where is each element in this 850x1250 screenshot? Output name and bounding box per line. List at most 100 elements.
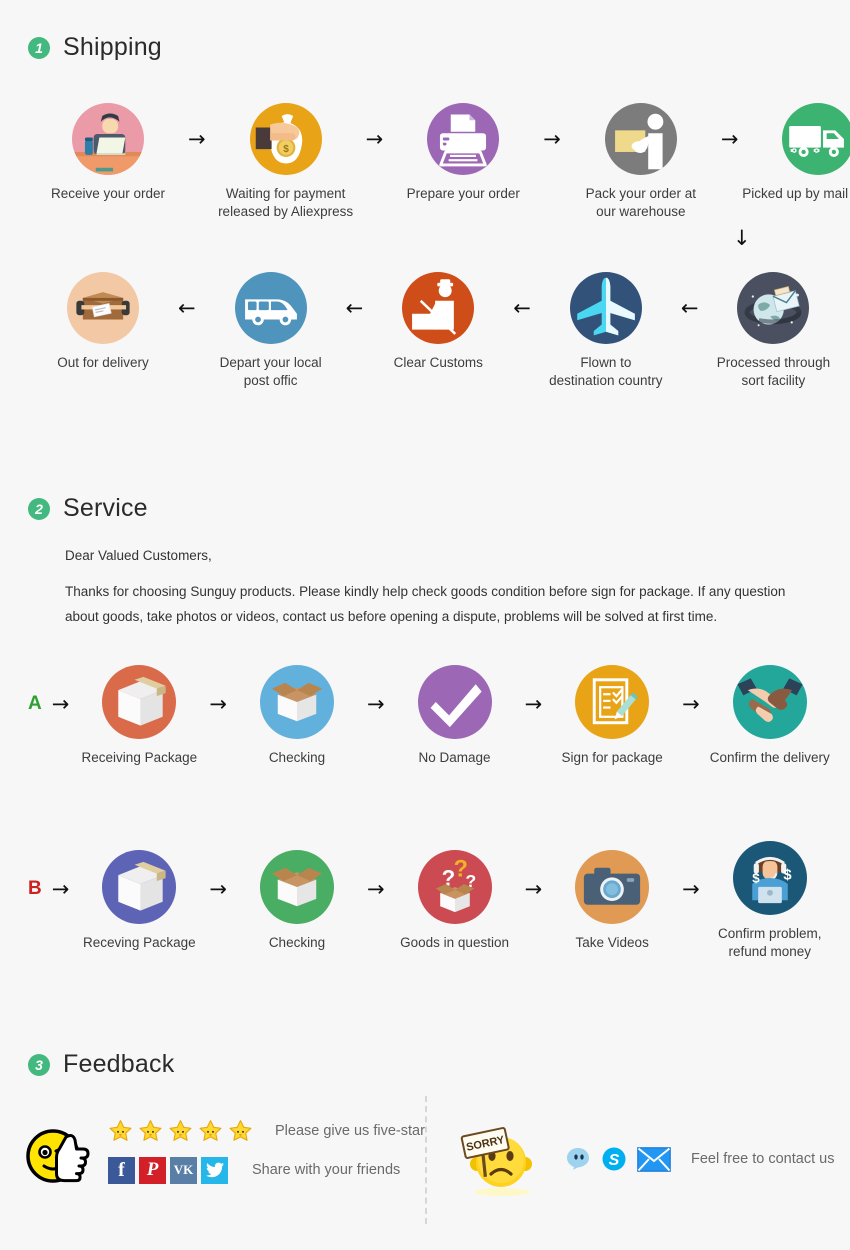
feedback-positive-block: Please give us five-star f P VK Share with…	[22, 1115, 425, 1187]
question-box-icon: ? ? ?	[417, 850, 492, 925]
package-in-van-icon	[67, 272, 139, 344]
svg-text:$: $	[783, 867, 792, 883]
hand-money-bag-icon: $	[249, 103, 322, 175]
delivery-truck-icon	[782, 103, 850, 175]
flow-arrow: →	[720, 126, 739, 151]
service-paragraph-line-2: about goods, take photos or videos, cont…	[65, 609, 718, 624]
flow-arrow: →	[682, 691, 700, 716]
social-share-buttons[interactable]: f P VK	[108, 1156, 228, 1184]
section-badge-1: 1	[28, 36, 50, 59]
flow-arrow: →	[209, 691, 227, 716]
share-text: Share with your friends	[252, 1162, 401, 1178]
service-step: No Damage	[385, 665, 525, 767]
aliwangwang-icon[interactable]	[565, 1146, 591, 1172]
service-step-label: Take Videos	[575, 935, 649, 951]
flow-step: Out for delivery	[28, 272, 178, 372]
feedback-divider	[425, 1096, 427, 1224]
section-badge-3: 3	[28, 1053, 50, 1076]
section-badge-2: 2	[28, 497, 50, 520]
flow-step-label: Out for delivery	[57, 355, 149, 370]
service-step-label: No Damage	[418, 750, 491, 765]
printer-icon	[427, 103, 500, 175]
flow-step: Receive your order	[28, 103, 188, 203]
flow-step-label: Prepare your order	[406, 186, 520, 201]
camera-icon	[575, 850, 650, 925]
globe-mail-icon	[737, 272, 810, 344]
service-step: Confirm the delivery	[700, 665, 840, 767]
service-row-label: A	[28, 693, 42, 715]
five-star-rating[interactable]	[108, 1119, 253, 1144]
contact-text: Feel free to contact us	[691, 1151, 835, 1167]
airplane-icon	[569, 272, 642, 344]
flow-step-label: Waiting for payment released by Aliexpre…	[218, 186, 354, 220]
twitter-icon[interactable]	[201, 1156, 228, 1184]
five-star-text: Please give us five-star	[275, 1123, 425, 1139]
flow-arrow: →	[524, 691, 543, 716]
service-greeting: Dear Valued Customers,	[65, 548, 212, 563]
sign-document-icon	[575, 665, 650, 739]
flow-step-label: Flown to destination country	[549, 355, 663, 389]
svg-text:$: $	[283, 144, 289, 155]
feedback-contact-block: SORRY S Feel free to contact us	[455, 1120, 834, 1198]
service-step: $ $ Confirm problem, refund money	[700, 841, 840, 961]
page-title-service: Service	[63, 494, 148, 522]
section-header-shipping: 1 Shipping	[28, 33, 162, 62]
section-header-service: 2 Service	[28, 494, 148, 523]
flow-arrow: →	[682, 876, 700, 901]
service-step-label: Checking	[268, 750, 326, 765]
person-at-desk-icon	[72, 103, 144, 175]
open-box-icon	[259, 665, 334, 739]
worker-packing-icon	[604, 103, 677, 175]
email-icon[interactable]	[637, 1146, 671, 1172]
flow-step-label: Picked up by mail service	[742, 186, 849, 201]
flow-arrow: ←	[680, 295, 699, 320]
flow-arrow: →	[543, 126, 561, 151]
service-step-label: Checking	[268, 935, 326, 951]
service-step: Receving Package	[69, 850, 209, 952]
flow-step: Prepare your order	[383, 103, 543, 203]
flow-step-label: Processed through sort facility	[716, 355, 831, 389]
svg-text:S: S	[609, 1152, 620, 1169]
page-title-shipping: Shipping	[63, 33, 162, 61]
service-row-label: B	[28, 878, 42, 900]
service-step: Checking	[227, 850, 367, 952]
flow-arrow-down: ↓	[733, 226, 751, 250]
flow-step: Clear Customs	[363, 272, 513, 372]
flow-step: Pack your order at our warehouse	[561, 103, 721, 221]
handshake-icon	[732, 665, 807, 739]
service-step-label: Goods in question	[400, 935, 509, 951]
flow-step: Flown to destination country	[531, 272, 681, 390]
service-paragraph-line-1: Thanks for choosing Sunguy products. Ple…	[65, 584, 786, 599]
flow-arrow: →	[51, 876, 70, 901]
service-step-label: Sign for package	[561, 750, 663, 765]
vk-icon[interactable]: VK	[170, 1156, 197, 1184]
facebook-icon[interactable]: f	[108, 1156, 135, 1184]
customs-officer-icon	[402, 272, 475, 344]
star-icon[interactable]	[108, 1119, 133, 1144]
star-icon[interactable]	[198, 1119, 223, 1144]
checkmark-icon	[417, 665, 492, 739]
star-icon[interactable]	[168, 1119, 193, 1144]
skype-icon[interactable]: S	[601, 1146, 627, 1172]
flow-arrow: →	[188, 126, 206, 151]
pinterest-icon[interactable]: P	[139, 1156, 166, 1184]
flow-arrow: →	[524, 876, 543, 901]
service-step: ? ? ? Goods in question	[385, 850, 525, 952]
delivery-van-icon	[234, 272, 307, 344]
section-header-feedback: 3 Feedback	[28, 1050, 174, 1079]
flow-step: Processed through sort facility	[698, 272, 848, 390]
flow-arrow: ←	[345, 295, 364, 320]
service-step-label: Receving Package	[83, 935, 196, 951]
service-step: Receiving Package	[69, 665, 209, 767]
support-agent-icon: $ $	[732, 841, 807, 915]
svg-text:$: $	[752, 870, 760, 885]
flow-step: Picked up by mail service	[738, 103, 850, 203]
flow-arrow: →	[365, 126, 384, 151]
shipping-flow-row-1: Receive your order → $ Waiting for paymen…	[28, 103, 850, 221]
star-icon[interactable]	[138, 1119, 163, 1144]
star-icon[interactable]	[228, 1119, 253, 1144]
service-step-label: Confirm the delivery	[709, 750, 830, 765]
service-flow-row-a: A → Receiving Package → Checking → No Damag…	[28, 665, 830, 767]
flow-arrow: →	[366, 876, 385, 901]
flow-arrow: ←	[513, 295, 531, 320]
